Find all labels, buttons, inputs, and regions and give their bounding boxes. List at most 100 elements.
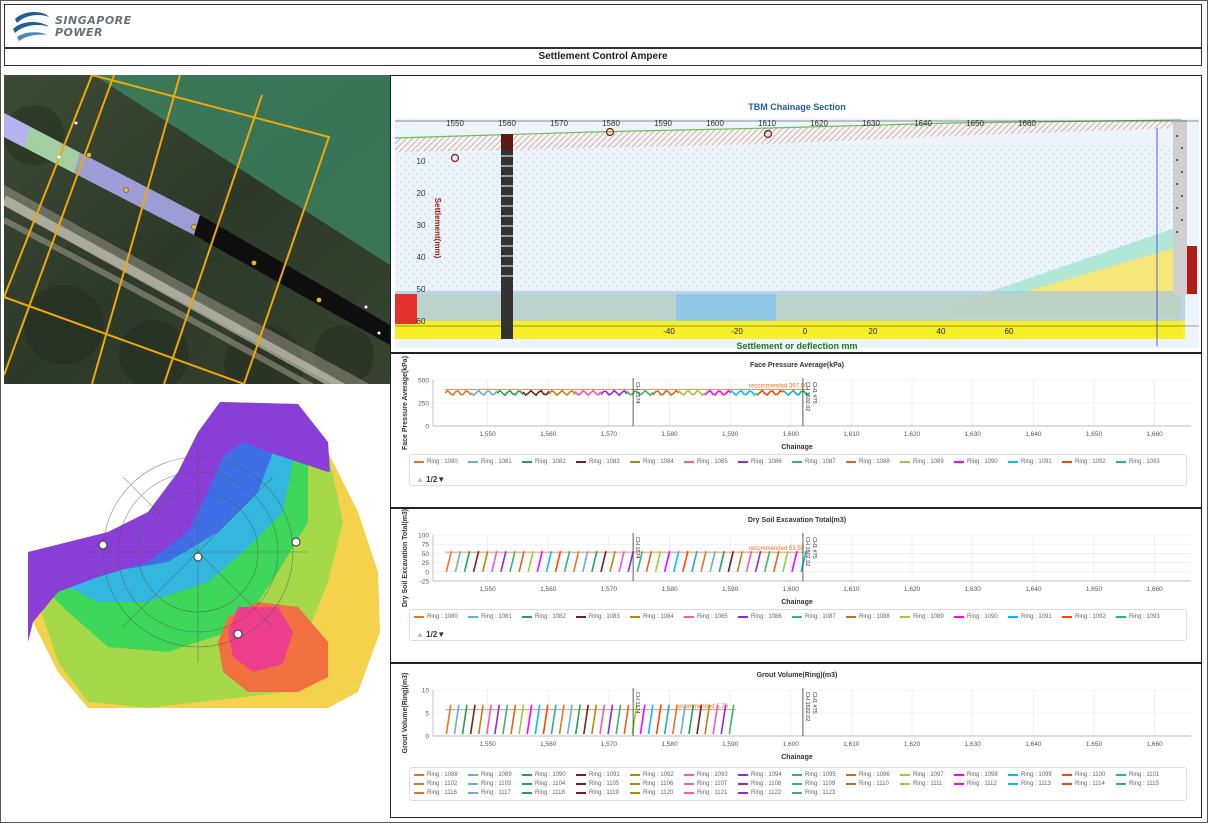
legend-item[interactable]: Ring : 1090 xyxy=(954,457,1008,466)
satellite-map[interactable] xyxy=(4,75,390,384)
series-line[interactable] xyxy=(599,704,606,735)
series-line[interactable] xyxy=(518,551,525,572)
series-line[interactable] xyxy=(574,389,602,397)
series-line[interactable] xyxy=(663,551,671,572)
series-line[interactable] xyxy=(582,551,589,572)
legend-item[interactable]: Ring : 1105 xyxy=(576,779,630,788)
series-line[interactable] xyxy=(548,389,576,397)
settlement-contour-map[interactable] xyxy=(28,402,384,708)
series-line[interactable] xyxy=(678,389,706,397)
legend-item[interactable]: Ring : 1092 xyxy=(1062,612,1116,621)
series-line[interactable] xyxy=(663,704,670,735)
tbm-section-diagram[interactable]: 1550 1560 1570 1580 1590 1600 1610 1620 1630 1640… xyxy=(391,76,1202,353)
legend-item[interactable]: Ring : 1117 xyxy=(468,788,522,797)
legend-item[interactable]: Ring : 1087 xyxy=(792,612,846,621)
legend-item[interactable]: Ring : 1080 xyxy=(414,457,468,466)
series-line[interactable] xyxy=(445,551,453,572)
legend-next-icon[interactable]: ▼ xyxy=(437,475,445,484)
series-line[interactable] xyxy=(745,551,753,572)
series-line[interactable] xyxy=(600,551,607,572)
series-line[interactable] xyxy=(502,704,509,735)
series-line[interactable] xyxy=(730,389,758,397)
legend-item[interactable]: Ring : 1112 xyxy=(954,779,1008,788)
legend-item[interactable]: Ring : 1106 xyxy=(630,779,684,788)
legend-item[interactable]: Ring : 1092 xyxy=(1062,457,1116,466)
legend-item[interactable]: Ring : 1122 xyxy=(738,788,792,797)
series-line[interactable] xyxy=(756,389,784,397)
series-line[interactable] xyxy=(491,551,498,572)
series-line[interactable] xyxy=(461,704,468,735)
legend-item[interactable]: Ring : 1110 xyxy=(846,779,900,788)
series-line[interactable] xyxy=(554,551,562,572)
series-line[interactable] xyxy=(672,551,680,572)
legend-item[interactable]: Ring : 1094 xyxy=(738,770,792,779)
series-line[interactable] xyxy=(536,551,544,572)
legend-item[interactable]: Ring : 1119 xyxy=(576,788,630,797)
legend-item[interactable]: Ring : 1084 xyxy=(630,457,684,466)
series-line[interactable] xyxy=(518,704,525,735)
legend-item[interactable]: Ring : 1099 xyxy=(1008,770,1062,779)
legend-item[interactable]: Ring : 1082 xyxy=(522,457,576,466)
legend-item[interactable]: Ring : 1086 xyxy=(738,612,792,621)
legend-item[interactable]: Ring : 1088 xyxy=(414,770,468,779)
series-line[interactable] xyxy=(727,551,735,572)
series-line[interactable] xyxy=(591,551,598,572)
legend-item[interactable]: Ring : 1096 xyxy=(846,770,900,779)
legend-item[interactable]: Ring : 1114 xyxy=(1062,779,1116,788)
series-line[interactable] xyxy=(463,551,471,572)
legend-item[interactable]: Ring : 1081 xyxy=(468,612,522,621)
series-line[interactable] xyxy=(791,551,798,572)
series-line[interactable] xyxy=(481,551,489,572)
legend-item[interactable]: Ring : 1101 xyxy=(1116,770,1170,779)
legend-prev-icon[interactable]: ▲ xyxy=(416,630,424,639)
series-line[interactable] xyxy=(671,704,678,735)
series-line[interactable] xyxy=(654,551,662,572)
legend-item[interactable]: Ring : 1091 xyxy=(1008,612,1062,621)
legend-next-icon[interactable]: ▼ xyxy=(437,630,445,639)
series-line[interactable] xyxy=(496,389,524,397)
legend-pager[interactable]: ▲ 1/2▼ xyxy=(416,475,445,484)
series-line[interactable] xyxy=(736,551,744,572)
series-line[interactable] xyxy=(550,704,557,735)
legend-item[interactable]: Ring : 1095 xyxy=(792,770,846,779)
legend-item[interactable]: Ring : 1088 xyxy=(846,457,900,466)
series-line[interactable] xyxy=(583,704,590,735)
series-line[interactable] xyxy=(782,551,789,572)
legend-item[interactable]: Ring : 1091 xyxy=(1008,457,1062,466)
legend-item[interactable]: Ring : 1104 xyxy=(522,779,576,788)
legend-item[interactable]: Ring : 1097 xyxy=(900,770,954,779)
series-line[interactable] xyxy=(691,551,698,572)
legend-item[interactable]: Ring : 1121 xyxy=(684,788,738,797)
legend-item[interactable]: Ring : 1123 xyxy=(792,788,846,797)
series-line[interactable] xyxy=(615,704,622,735)
series-line[interactable] xyxy=(572,551,580,572)
series-line[interactable] xyxy=(469,704,476,735)
legend-item[interactable]: Ring : 1083 xyxy=(576,457,630,466)
series-line[interactable] xyxy=(453,704,460,735)
legend-item[interactable]: Ring : 1091 xyxy=(576,770,630,779)
series-line[interactable] xyxy=(682,551,689,572)
legend-item[interactable]: Ring : 1113 xyxy=(1008,779,1062,788)
legend-item[interactable]: Ring : 1085 xyxy=(684,612,738,621)
series-line[interactable] xyxy=(627,551,635,572)
legend-item[interactable]: Ring : 1087 xyxy=(792,457,846,466)
series-line[interactable] xyxy=(534,704,541,735)
legend-pager[interactable]: ▲ 1/2▼ xyxy=(416,630,445,639)
legend-item[interactable]: Ring : 1093 xyxy=(1116,457,1170,466)
legend-item[interactable]: Ring : 1118 xyxy=(522,788,576,797)
legend-item[interactable]: Ring : 1093 xyxy=(684,770,738,779)
series-line[interactable] xyxy=(454,551,462,572)
series-line[interactable] xyxy=(566,704,573,735)
legend-item[interactable]: Ring : 1082 xyxy=(522,612,576,621)
series-line[interactable] xyxy=(527,551,534,572)
series-line[interactable] xyxy=(623,704,630,735)
legend-item[interactable]: Ring : 1108 xyxy=(738,779,792,788)
series-line[interactable] xyxy=(718,551,726,572)
legend-item[interactable]: Ring : 1086 xyxy=(738,457,792,466)
legend-item[interactable]: Ring : 1111 xyxy=(900,779,954,788)
series-line[interactable] xyxy=(542,704,549,735)
series-line[interactable] xyxy=(470,389,498,397)
series-line[interactable] xyxy=(509,551,516,572)
legend-item[interactable]: Ring : 1100 xyxy=(1062,770,1116,779)
series-line[interactable] xyxy=(754,551,762,572)
